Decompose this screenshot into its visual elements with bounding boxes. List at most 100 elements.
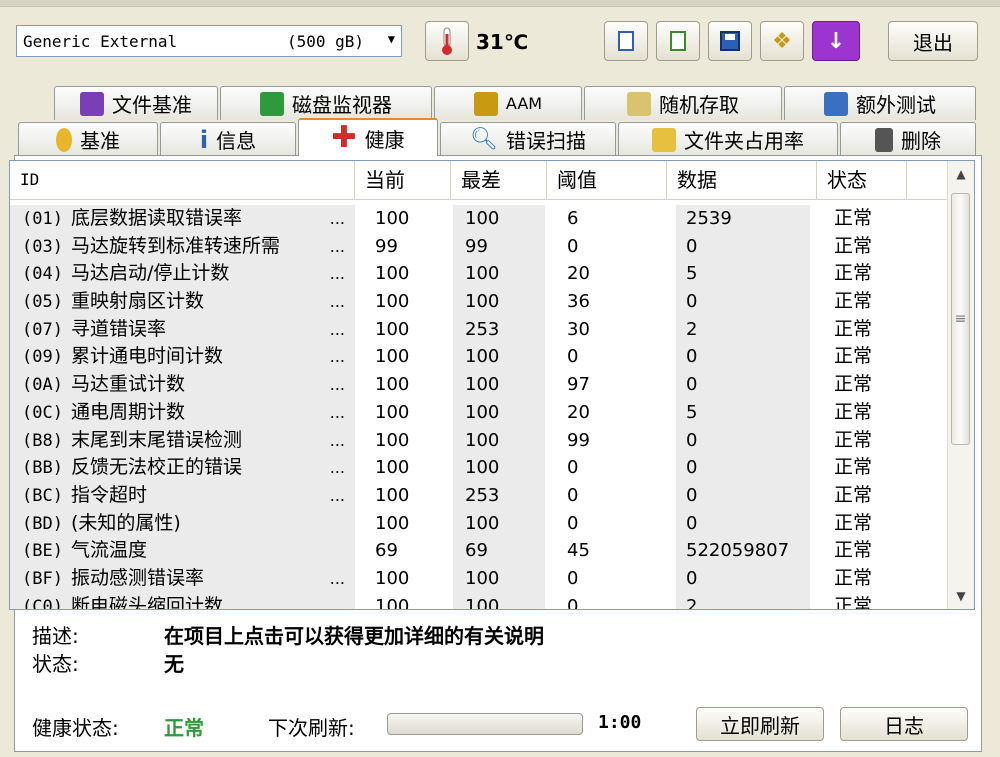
- tab-file-benchmark[interactable]: 文件基准: [54, 86, 218, 120]
- worst-cell: 253: [453, 315, 545, 344]
- status-value: 无: [164, 652, 184, 676]
- attribute-code: (09): [22, 347, 63, 368]
- table-row[interactable]: (0C) 通电周期计数... 100 100 20 5 正常: [10, 398, 950, 427]
- tab-random-access[interactable]: 随机存取: [584, 86, 782, 120]
- copy-image-icon: [670, 31, 686, 51]
- table-row[interactable]: (BF) 振动感测错误率... 100 100 0 0 正常: [10, 564, 950, 593]
- header-worst[interactable]: 最差: [451, 161, 547, 199]
- worst-cell: 69: [453, 537, 545, 565]
- current-cell: 100: [375, 429, 410, 451]
- vertical-scrollbar[interactable]: ▲ ≡ ▼: [947, 161, 974, 609]
- table-row[interactable]: (BB) 反馈无法校正的错误... 100 100 0 0 正常: [10, 454, 950, 482]
- threshold-cell: 0: [567, 457, 579, 479]
- attribute-id-cell: (05) 重映射扇区计数...: [10, 288, 355, 316]
- tab-disk-monitor[interactable]: 磁盘监视器: [220, 86, 432, 120]
- copy-image-button[interactable]: [656, 21, 700, 61]
- attribute-name: 寻道错误率: [70, 317, 166, 340]
- data-cell: 0: [676, 426, 810, 455]
- header-data[interactable]: 数据: [667, 161, 817, 199]
- worst-cell: 100: [453, 398, 545, 427]
- data-cell: 5: [676, 398, 810, 427]
- tab-label: 随机存取: [659, 93, 739, 117]
- attribute-id-cell: (BB) 反馈无法校正的错误...: [10, 454, 355, 482]
- table-row[interactable]: (04) 马达启动/停止计数... 100 100 20 5 正常: [10, 260, 950, 289]
- table-row[interactable]: (BC) 指令超时... 100 253 0 0 正常: [10, 481, 950, 510]
- header-current[interactable]: 当前: [355, 161, 451, 199]
- tab-erase[interactable]: 删除: [840, 122, 976, 156]
- worst-cell: 100: [453, 592, 545, 609]
- tab-health[interactable]: ✚ 健康: [298, 118, 438, 156]
- log-button[interactable]: 日志: [840, 707, 968, 741]
- options-button[interactable]: ❖: [760, 21, 804, 61]
- header-status[interactable]: 状态: [817, 161, 907, 199]
- current-cell: 100: [375, 595, 410, 610]
- current-cell: 100: [375, 401, 410, 423]
- status-cell: 正常: [834, 566, 873, 589]
- save-button[interactable]: [708, 21, 752, 61]
- tab-aam[interactable]: AAM: [434, 86, 582, 120]
- scroll-down-icon[interactable]: ▼: [948, 583, 974, 609]
- header-id[interactable]: ID: [10, 161, 355, 199]
- tab-info[interactable]: i 信息: [160, 122, 296, 156]
- current-cell: 100: [375, 346, 410, 368]
- current-cell: 100: [375, 567, 410, 589]
- attribute-ellipsis: ...: [329, 236, 345, 256]
- data-cell: 0: [676, 564, 810, 593]
- health-status-value: 正常: [164, 716, 204, 740]
- header-threshold[interactable]: 阈值: [547, 161, 667, 199]
- description-value: 在项目上点击可以获得更加详细的有关说明: [164, 624, 544, 648]
- attribute-ellipsis: ...: [329, 292, 345, 312]
- status-cell: 正常: [834, 234, 873, 257]
- scroll-up-icon[interactable]: ▲: [948, 161, 974, 187]
- table-row[interactable]: (05) 重映射扇区计数... 100 100 36 0 正常: [10, 288, 950, 316]
- thermometer-icon: [442, 27, 452, 55]
- tab-extra-tests[interactable]: 额外测试: [784, 86, 976, 120]
- table-row[interactable]: (0A) 马达重试计数... 100 100 97 0 正常: [10, 371, 950, 399]
- table-row[interactable]: (B8) 末尾到末尾错误检测... 100 100 99 0 正常: [10, 426, 950, 455]
- table-row[interactable]: (07) 寻道错误率... 100 253 30 2 正常: [10, 315, 950, 344]
- data-cell: 0: [676, 509, 810, 538]
- attribute-ellipsis: ...: [329, 458, 345, 478]
- scroll-thumb[interactable]: ≡: [951, 193, 970, 445]
- refresh-now-button[interactable]: 立即刷新: [696, 707, 824, 741]
- data-cell: 522059807: [676, 537, 810, 565]
- threshold-cell: 0: [567, 595, 579, 610]
- minimize-to-tray-button[interactable]: ↓: [812, 21, 860, 61]
- attribute-ellipsis: ...: [329, 430, 345, 450]
- tab-label: 基准: [80, 129, 120, 153]
- status-cell: 正常: [834, 317, 873, 340]
- status-cell: 正常: [834, 262, 873, 285]
- tab-benchmark[interactable]: 基准: [18, 122, 158, 156]
- exit-button[interactable]: 退出: [888, 21, 978, 61]
- health-cross-icon: ✚: [331, 120, 357, 155]
- tab-label: 错误扫描: [505, 129, 586, 153]
- attribute-code: (B8): [22, 430, 63, 451]
- table-row[interactable]: (BE) 气流温度 69 69 45 522059807 正常: [10, 537, 950, 565]
- worst-cell: 100: [453, 260, 545, 289]
- threshold-cell: 0: [567, 484, 579, 506]
- temperature-value: 31℃: [476, 30, 529, 54]
- table-row[interactable]: (BD) (未知的属性) 100 100 0 0 正常: [10, 509, 950, 538]
- copy-text-button[interactable]: [604, 21, 648, 61]
- attribute-code: (BF): [22, 568, 63, 589]
- temperature-button[interactable]: [425, 21, 469, 61]
- attribute-name: 气流温度: [70, 539, 147, 562]
- attribute-code: (03): [22, 236, 63, 257]
- lightbulb-icon: [56, 127, 72, 152]
- table-row[interactable]: (01) 底层数据读取错误率... 100 100 6 2539 正常: [10, 205, 950, 233]
- disk-monitor-icon: [260, 91, 284, 116]
- tab-error-scan[interactable]: 🔍︎ 错误扫描: [440, 122, 616, 156]
- drive-select[interactable]: Generic External (500 gB) ▼: [16, 25, 402, 57]
- attribute-ellipsis: ...: [329, 347, 345, 367]
- table-row[interactable]: (C0) 断电磁头缩回计数 100 100 0 2 正常: [10, 592, 950, 610]
- table-row[interactable]: (03) 马达旋转到标准转速所需... 99 99 0 0 正常: [10, 232, 950, 261]
- drive-size: (500 gB): [287, 32, 365, 51]
- threshold-cell: 20: [567, 401, 590, 423]
- chevron-down-icon: ▼: [387, 32, 395, 46]
- data-cell: 0: [676, 288, 810, 316]
- window-top-edge: [0, 0, 1000, 7]
- threshold-cell: 30: [567, 318, 590, 340]
- tab-folder-usage[interactable]: 文件夹占用率: [618, 122, 838, 156]
- table-row[interactable]: (09) 累计通电时间计数... 100 100 0 0 正常: [10, 343, 950, 372]
- tab-label: 信息: [216, 129, 257, 153]
